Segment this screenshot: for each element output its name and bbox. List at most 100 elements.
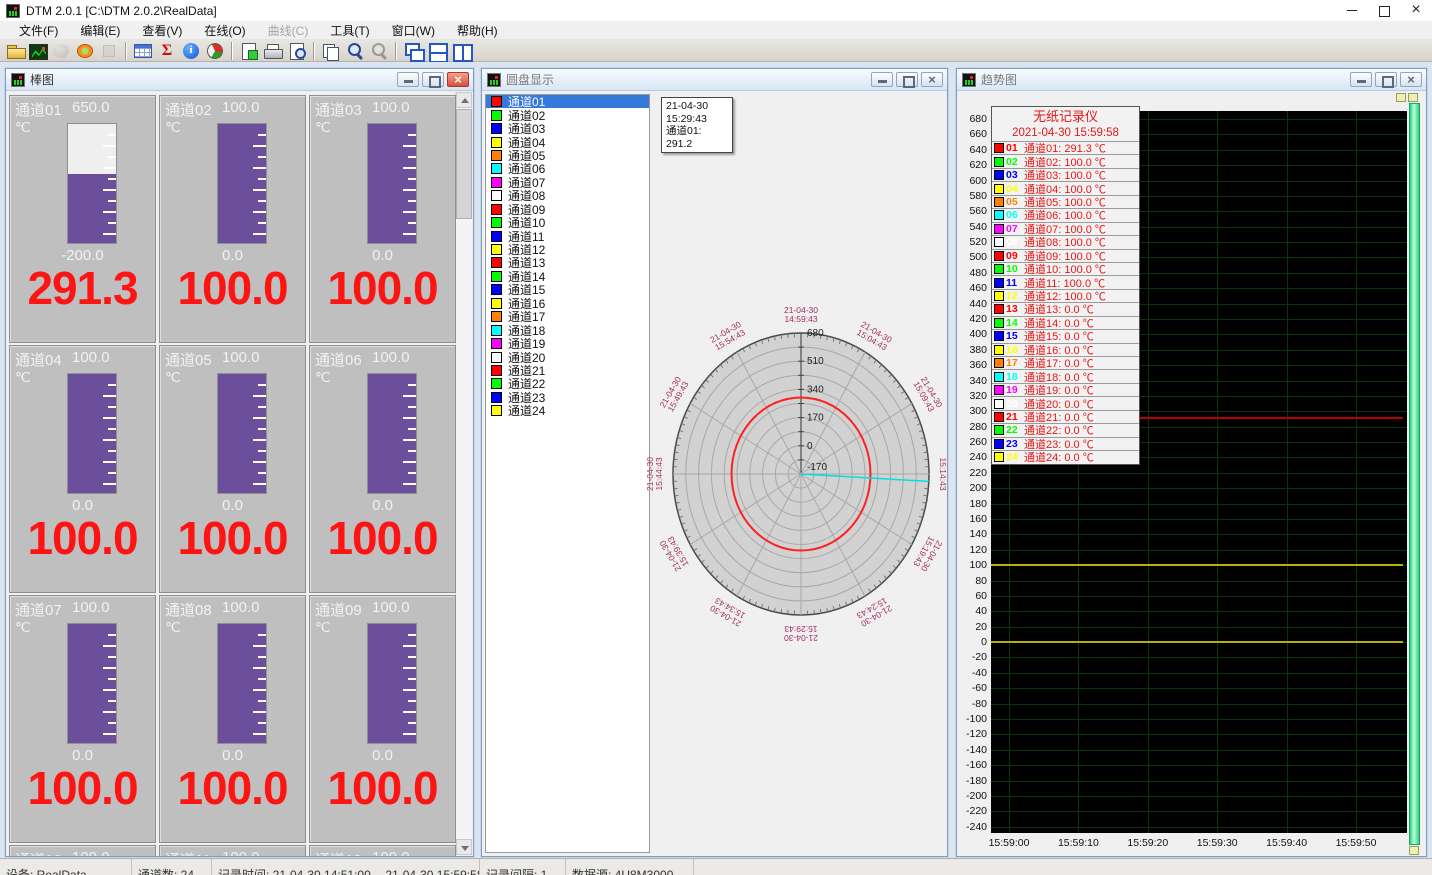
zoom-icon[interactable]	[344, 41, 366, 61]
trend-scroll-button[interactable]	[1409, 846, 1419, 855]
vertical-scrollbar[interactable]	[455, 92, 472, 855]
bar-fill	[368, 124, 416, 243]
radial-axis-label: 510	[807, 356, 824, 367]
cascade-windows-icon[interactable]	[402, 41, 424, 61]
scale-max: 100.0	[72, 849, 110, 856]
window-restore-button[interactable]	[896, 72, 918, 87]
bar-gauge	[217, 123, 267, 244]
scale-max: 100.0	[222, 849, 260, 856]
spoke-time-label: 21-04-3015:34:43	[708, 595, 747, 629]
menu-item[interactable]: 窗口(W)	[381, 20, 446, 41]
channel-color-swatch	[994, 358, 1004, 368]
tick-mark	[103, 417, 116, 419]
legend-row: 14通道14: 0.0 ℃	[992, 316, 1139, 329]
y-axis-label: 360	[957, 359, 987, 371]
bar-gauge	[367, 123, 417, 244]
y-axis-label: 320	[957, 390, 987, 402]
trend-vertical-scrollbar[interactable]	[1409, 103, 1420, 845]
gridline	[991, 488, 1407, 489]
window-restore-button[interactable]	[1375, 72, 1397, 87]
spoke-time-label: 21-04-3015:39:43	[657, 534, 691, 573]
gridline	[991, 550, 1407, 551]
bar-gauge-cell: 通道09100.0℃0.0100.0	[309, 595, 456, 843]
realtime-display-icon[interactable]	[29, 44, 48, 60]
statistics-icon[interactable]	[156, 41, 178, 61]
disk-window-titlebar[interactable]: 圆盘显示	[482, 69, 947, 91]
tick-mark	[258, 134, 266, 136]
trend-scroll-button[interactable]	[1396, 93, 1406, 102]
tick-mark	[253, 439, 266, 441]
tick-mark	[258, 384, 266, 386]
channel-color-swatch	[491, 405, 502, 416]
app-icon	[6, 4, 20, 18]
window-minimize-button[interactable]	[871, 72, 893, 87]
scroll-up-button[interactable]	[456, 92, 472, 108]
menu-item[interactable]: 查看(V)	[131, 20, 193, 41]
menu-item[interactable]: 在线(O)	[193, 20, 256, 41]
channel-number: 02	[1004, 156, 1024, 168]
data-table-icon[interactable]	[132, 41, 154, 61]
pie-chart-icon[interactable]	[204, 41, 226, 61]
tick-mark	[403, 711, 416, 713]
status-field: 记录时间: 21-04-30 14:51:00 -- 21-04-30 15:5…	[212, 859, 480, 875]
gridline	[991, 473, 1407, 474]
menu-item[interactable]: 编辑(E)	[69, 20, 131, 41]
tick-mark	[108, 156, 116, 158]
scrollbar-thumb[interactable]	[456, 109, 472, 219]
window-minimize-button[interactable]	[1350, 72, 1372, 87]
channel-color-swatch	[491, 163, 502, 174]
channel-list-item[interactable]: 通道24	[486, 404, 649, 417]
window-close-button[interactable]	[921, 72, 943, 87]
channel-color-swatch	[491, 271, 502, 282]
tile-vertical-icon[interactable]	[450, 41, 472, 61]
window-close-button[interactable]	[447, 72, 469, 87]
spoke-time-label: 21-04-3015:09:43	[911, 375, 945, 414]
channel-number: 22	[1004, 424, 1024, 436]
tick-mark	[103, 461, 116, 463]
legend-row: 21通道21: 0.0 ℃	[992, 410, 1139, 423]
tick-mark	[403, 667, 416, 669]
channel-color-swatch	[491, 177, 502, 188]
maximize-button[interactable]	[1368, 0, 1400, 21]
window-minimize-button[interactable]	[397, 72, 419, 87]
window-icon	[11, 73, 25, 87]
gridline	[991, 519, 1407, 520]
print-icon[interactable]	[262, 41, 284, 61]
tick-mark	[103, 711, 116, 713]
bar-window-titlebar[interactable]: 棒图	[6, 69, 473, 91]
menu-item[interactable]: 工具(T)	[319, 20, 380, 41]
copy-icon[interactable]	[320, 41, 342, 61]
print-preview-icon[interactable]	[286, 41, 308, 61]
trend-scroll-button[interactable]	[1408, 93, 1418, 102]
info-icon[interactable]	[180, 41, 202, 61]
channel-color-swatch	[491, 365, 502, 376]
app-titlebar: DTM 2.0.1 [C:\DTM 2.0.2\RealData]	[0, 0, 1432, 21]
open-file-icon[interactable]	[5, 41, 27, 61]
channel-color-swatch	[994, 372, 1004, 382]
record-icon[interactable]	[74, 41, 96, 61]
bar-fill	[68, 624, 116, 743]
legend-row: 16通道16: 0.0 ℃	[992, 343, 1139, 356]
menu-item[interactable]: 文件(F)	[8, 20, 69, 41]
window-close-button[interactable]	[1400, 72, 1422, 87]
y-axis-label: -220	[957, 805, 987, 817]
export-icon[interactable]	[238, 41, 260, 61]
trend-window-titlebar[interactable]: 趋势图	[957, 69, 1426, 91]
menu-item[interactable]: 帮助(H)	[446, 20, 509, 41]
minimize-button[interactable]	[1336, 0, 1368, 21]
scale-max: 100.0	[372, 599, 410, 616]
channel-color-swatch	[994, 264, 1004, 274]
bar-fill	[68, 374, 116, 493]
tile-horizontal-icon[interactable]	[426, 41, 448, 61]
gridline	[991, 627, 1407, 628]
channel-name: 通道04	[15, 349, 69, 370]
window-restore-button[interactable]	[422, 72, 444, 87]
y-axis-label: 440	[957, 298, 987, 310]
tick-mark	[253, 395, 266, 397]
channel-trend-line	[991, 641, 1403, 643]
gridline	[991, 750, 1407, 751]
scroll-down-button[interactable]	[456, 839, 472, 855]
close-button[interactable]	[1400, 0, 1432, 21]
status-field: 通道数: 24	[132, 859, 212, 875]
tick-mark	[103, 395, 116, 397]
